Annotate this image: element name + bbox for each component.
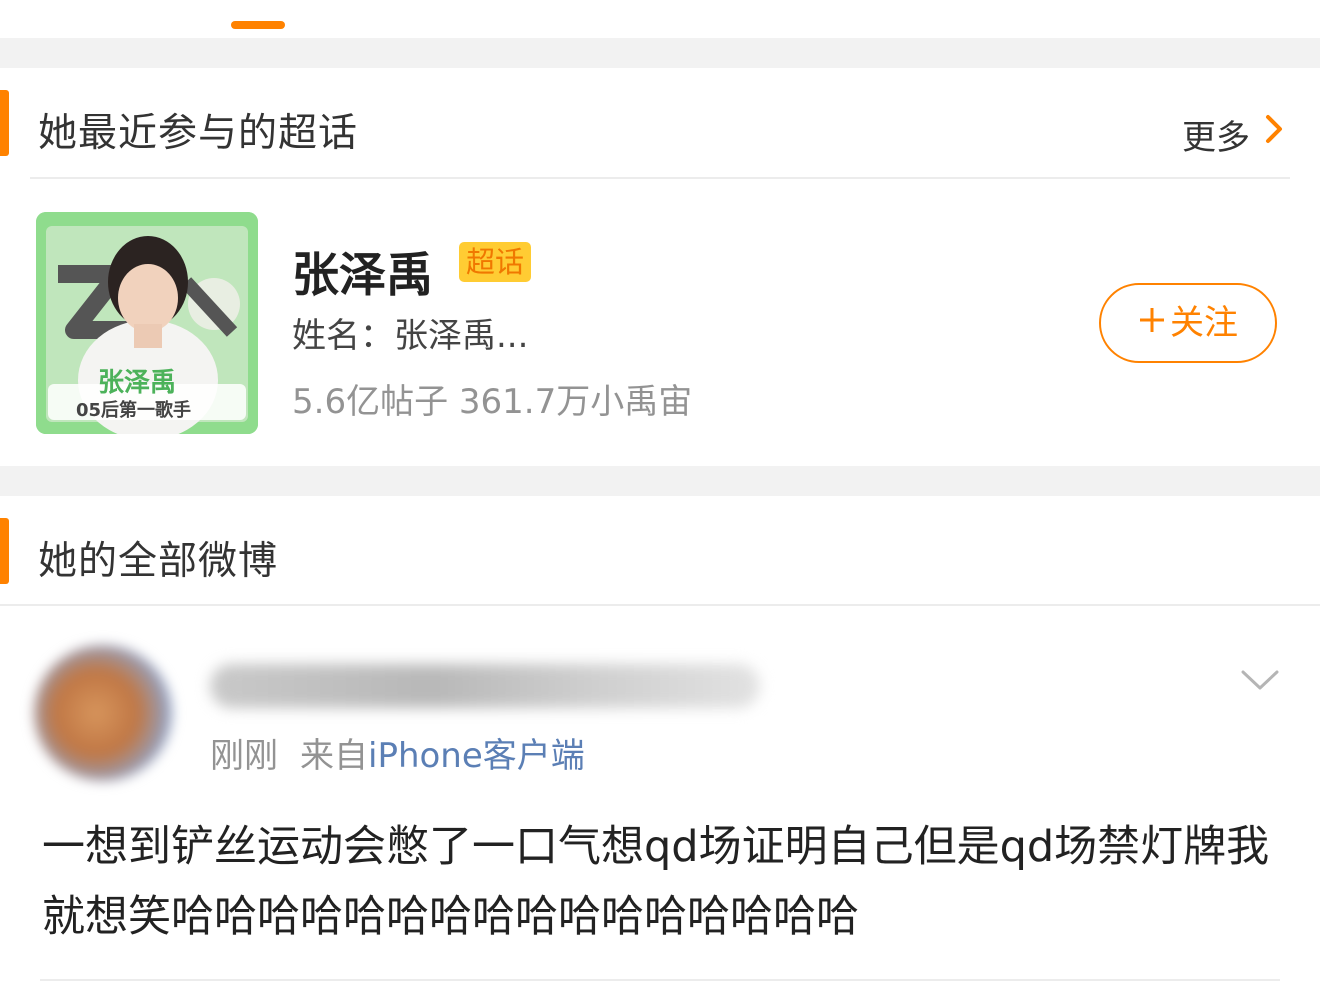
supertopics-title: 她最近参与的超话 <box>38 111 359 156</box>
post-source-prefix: 来自 <box>300 736 368 776</box>
weibo-section-title: 她的全部微博 <box>38 539 279 584</box>
active-tab-indicator <box>231 21 285 29</box>
topic-name[interactable]: 张泽禹 <box>292 236 433 305</box>
divider <box>0 604 1320 606</box>
section-gap <box>0 38 1320 68</box>
section-accent-bar <box>0 518 9 584</box>
cover-subtitle: 05后第一歌手 <box>76 400 192 421</box>
post-text: 一想到铲丝运动会憋了一口气想qd场证明自己但是qd场禁灯牌我就想笑哈哈哈哈哈哈哈… <box>42 822 1270 942</box>
more-link[interactable]: 更多 <box>1182 110 1250 159</box>
post-client-link[interactable]: iPhone客户端 <box>368 736 585 776</box>
post-time: 刚刚 <box>210 736 278 776</box>
chevron-right-icon[interactable] <box>1264 112 1284 146</box>
cover-title: 张泽禹 <box>98 368 177 398</box>
section-gap <box>0 466 1320 496</box>
username-blurred[interactable] <box>210 664 760 708</box>
follow-label: 关注 <box>1170 303 1238 343</box>
plus-icon <box>1140 308 1164 332</box>
post-source: 来自iPhone客户端 <box>300 728 585 777</box>
avatar[interactable] <box>34 645 172 781</box>
chevron-down-icon[interactable] <box>1240 668 1280 692</box>
tab-bar <box>0 0 1320 38</box>
topic-stats: 5.6亿帖子 361.7万小禹宙 <box>292 382 693 422</box>
follow-button[interactable]: 关注 <box>1099 283 1277 363</box>
supertopic-badge: 超话 <box>459 242 531 282</box>
topic-description: 姓名：张泽禹... <box>292 316 529 356</box>
divider <box>30 177 1290 179</box>
section-accent-bar <box>0 90 9 156</box>
divider <box>40 979 1280 981</box>
topic-cover-image[interactable]: 张泽禹 05后第一歌手 <box>36 212 258 434</box>
